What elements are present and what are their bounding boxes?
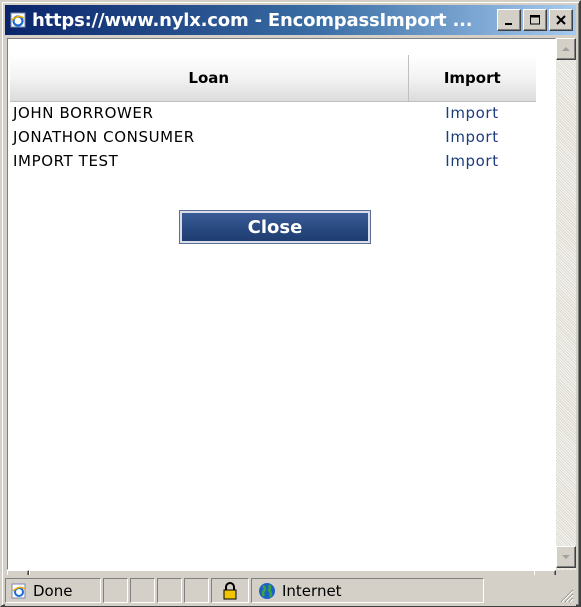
- loan-name: JOHN BORROWER: [13, 104, 154, 123]
- caption-buttons: [497, 9, 573, 31]
- status-bar: Done Internet: [5, 575, 576, 606]
- close-button[interactable]: Close: [179, 210, 371, 244]
- scroll-down-button[interactable]: [556, 546, 576, 568]
- import-link[interactable]: Import: [445, 128, 498, 146]
- status-pane-main: Done: [5, 578, 101, 603]
- status-pane: [184, 578, 209, 603]
- status-text: Done: [33, 581, 73, 600]
- loan-table: Loan Import JOHN BORROWER Import JONATHO…: [10, 55, 536, 173]
- minimize-button[interactable]: [497, 9, 521, 31]
- table-row: JOHN BORROWER Import: [10, 101, 536, 125]
- browser-window: https://www.nylx.com - EncompassImport .…: [0, 0, 581, 607]
- scroll-up-button[interactable]: [556, 38, 576, 60]
- scroll-down-icon: [562, 555, 570, 559]
- loan-column-header: Loan: [10, 55, 409, 102]
- loan-name: IMPORT TEST: [13, 152, 119, 170]
- zone-text: Internet: [282, 581, 342, 600]
- loan-name: JONATHON CONSUMER: [13, 128, 195, 146]
- globe-icon: [259, 582, 275, 599]
- status-pane: [103, 578, 128, 603]
- minimize-icon: [505, 23, 512, 25]
- maximize-icon: [530, 15, 540, 25]
- ie-page-icon: [8, 10, 28, 30]
- table-header-row: Loan Import: [10, 55, 536, 102]
- status-pane: [157, 578, 182, 603]
- close-window-button[interactable]: [549, 9, 573, 31]
- window-title: https://www.nylx.com - EncompassImport .…: [32, 9, 473, 31]
- scroll-up-icon: [562, 47, 570, 51]
- table-row: JONATHON CONSUMER Import: [10, 125, 536, 149]
- maximize-button[interactable]: [523, 9, 547, 31]
- zone-pane: Internet: [251, 578, 484, 603]
- ie-page-icon: [11, 583, 26, 598]
- import-link[interactable]: Import: [445, 104, 498, 122]
- resize-grip-icon[interactable]: [558, 587, 574, 603]
- page-content: Loan Import JOHN BORROWER Import JONATHO…: [7, 38, 556, 570]
- import-column-header: Import: [408, 55, 536, 102]
- close-icon: [556, 15, 566, 25]
- lock-icon: [223, 581, 237, 599]
- vertical-scrollbar[interactable]: [556, 38, 576, 570]
- status-pane: [130, 578, 155, 603]
- import-link[interactable]: Import: [445, 152, 498, 170]
- title-bar[interactable]: https://www.nylx.com - EncompassImport .…: [5, 5, 576, 35]
- table-row: IMPORT TEST Import: [10, 149, 536, 173]
- security-pane[interactable]: [211, 578, 249, 603]
